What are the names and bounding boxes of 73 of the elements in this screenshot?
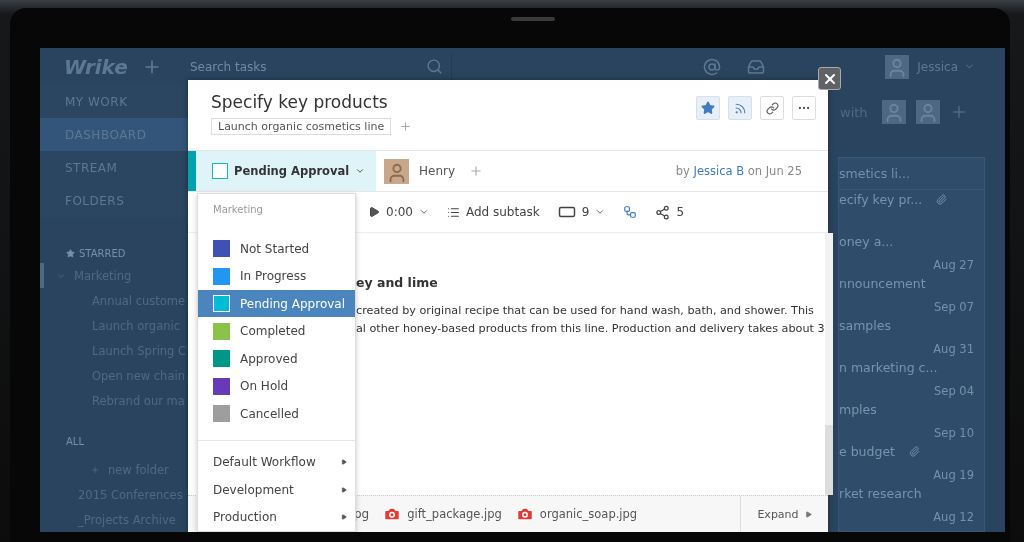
add-icon[interactable] <box>469 164 484 178</box>
menu-item[interactable]: On Hold <box>198 372 355 400</box>
menu-group-label: Marketing <box>212 204 264 217</box>
paperclip-icon <box>936 194 948 205</box>
submenu-item[interactable]: Development <box>198 476 355 504</box>
inbox-icon[interactable] <box>747 57 766 76</box>
task-item[interactable]: nnouncement Sep 07 <box>839 274 984 316</box>
task-title: Specify key products <box>211 92 389 112</box>
caret-icon <box>341 459 347 466</box>
menu-item[interactable]: Completed <box>198 317 355 345</box>
user-avatar[interactable] <box>885 54 910 79</box>
description-text: created by original recipe that can be used for hand wash, bath, and shower. This al other honey-based products from this line. Production and delivery takes about 3 <box>356 303 825 337</box>
list-icon <box>446 205 460 219</box>
status-checkbox[interactable] <box>212 163 228 179</box>
avatar <box>915 100 940 124</box>
timer-button[interactable]: 0:00 <box>368 205 429 219</box>
assignee-avatar <box>384 158 409 184</box>
expand-button[interactable]: Expand <box>740 496 828 532</box>
image-file-icon <box>515 505 534 523</box>
star-button[interactable] <box>696 96 720 120</box>
share-icon <box>655 204 671 220</box>
card-title: smetics li... <box>839 166 910 181</box>
menu-item[interactable]: Not Started <box>198 234 355 263</box>
author-link[interactable]: Jessica B <box>693 164 745 178</box>
caret-icon <box>418 207 429 217</box>
menu-item[interactable]: Approved <box>198 344 355 373</box>
task-item[interactable]: n marketing c... Sep 04 <box>839 358 984 400</box>
star-icon <box>66 248 75 258</box>
dependency-icon[interactable] <box>623 205 638 219</box>
task-item[interactable]: samples Aug 31 <box>839 316 984 358</box>
subtasks-button[interactable]: 9 <box>557 203 606 221</box>
menu-item[interactable]: Pending Approval <box>198 289 355 318</box>
star-icon <box>701 101 715 115</box>
author-line: by Jessica B on Jun 25 <box>675 164 803 178</box>
task-item[interactable]: ecify key pr... <box>839 190 984 232</box>
rss-icon <box>733 101 747 115</box>
menu-item[interactable]: In Progress <box>198 262 355 290</box>
rss-button[interactable] <box>728 96 752 120</box>
task-item[interactable]: oney a... Aug 27 <box>839 232 984 274</box>
task-item[interactable]: rket research Aug 12 <box>839 484 984 526</box>
section-label: STARRED <box>79 247 126 259</box>
submenu-item[interactable]: Production <box>198 503 355 531</box>
more-button[interactable] <box>792 96 816 120</box>
link-icon <box>765 101 779 115</box>
close-button[interactable] <box>818 67 841 90</box>
attachment-link[interactable]: organic_soap.jpg <box>515 505 638 523</box>
task-item[interactable]: e budget Aug 19 <box>839 442 984 484</box>
attachment-link[interactable]: gift_package.jpg <box>383 505 502 523</box>
link-button[interactable] <box>760 96 784 120</box>
task-item[interactable]: mples Sep 10 <box>839 400 984 442</box>
image-file-icon <box>383 505 402 523</box>
caret-icon <box>341 486 347 493</box>
caret-icon <box>804 510 812 518</box>
avatar <box>881 100 906 124</box>
add-subtask-button[interactable]: Add subtask <box>446 205 540 219</box>
caret-icon <box>595 207 606 217</box>
add-icon[interactable] <box>399 120 413 133</box>
status-dropdown[interactable]: Pending Approval <box>188 151 376 191</box>
caret-icon <box>341 514 347 521</box>
share-button[interactable]: 5 <box>655 204 684 220</box>
paperclip-icon <box>909 446 920 457</box>
description-heading: ey and lime <box>356 275 439 290</box>
assignee-name[interactable]: Henry <box>419 164 456 178</box>
mentions-icon[interactable] <box>703 57 722 76</box>
section-label: ALL <box>66 435 84 447</box>
plus-icon <box>90 464 100 475</box>
search-icon <box>426 58 443 75</box>
menu-item[interactable]: Cancelled <box>198 400 355 428</box>
submenu-item[interactable]: Default Workflow <box>198 448 355 476</box>
play-icon <box>368 206 380 218</box>
camera-drawing <box>510 17 555 21</box>
caret-icon <box>355 166 366 176</box>
folder-tag[interactable]: Launch organic cosmetics line <box>211 118 392 135</box>
